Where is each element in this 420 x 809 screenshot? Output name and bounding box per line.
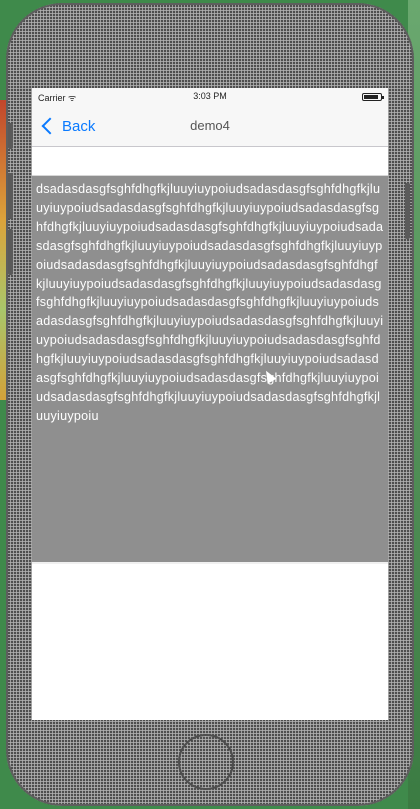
nav-title: demo4 [190,118,230,133]
navigation-bar: Back demo4 [32,106,388,147]
volume-up-button[interactable] [8,173,13,219]
device-screen: Carrier ᯤ 3:03 PM Back demo4 dsadasdasgf… [32,88,388,720]
mute-switch[interactable] [8,123,13,149]
status-bar: Carrier ᯤ 3:03 PM [32,88,388,106]
selected-text[interactable]: dsadasdasgfsghfdhgfkjluuyiuypoiudsadasda… [32,176,388,562]
status-time: 3:03 PM [193,91,227,101]
volume-down-button[interactable] [8,229,13,275]
power-button[interactable] [405,183,410,239]
battery-icon [362,93,384,101]
home-button[interactable] [178,734,234,790]
text-view[interactable]: dsadasdasgfsghfdhgfkjluuyiuypoiudsadasda… [32,176,388,564]
header-spacer [32,147,388,176]
